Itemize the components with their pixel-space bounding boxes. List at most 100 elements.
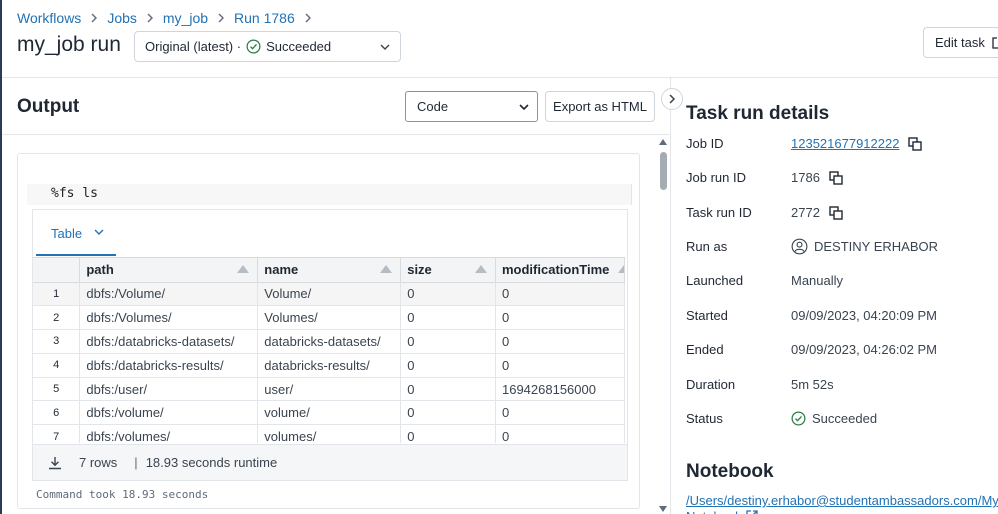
cell-path: dbfs:/user/ <box>79 377 259 402</box>
column-header-label: name <box>264 262 299 278</box>
column-header-label: size <box>407 262 432 278</box>
started-value: 09/09/2023, 04:20:09 PM <box>791 308 938 323</box>
cell-modification-time: 0 <box>495 400 625 426</box>
cell-modification-time: 0 <box>495 424 625 443</box>
notebook-path-link[interactable]: /Users/destiny.erhabor@studentambassador… <box>686 493 998 514</box>
cell-modification-time: 1694268156000 <box>495 377 625 402</box>
notebook-title: Notebook <box>686 461 774 482</box>
column-header-modification-time[interactable]: modificationTime <box>495 258 625 283</box>
cell-name: databricks-datasets/ <box>257 329 402 354</box>
cell-size: 0 <box>400 400 496 426</box>
table-row[interactable]: 7 dbfs:/volumes/volumes/0 0 <box>33 424 625 443</box>
copy-icon[interactable] <box>829 170 843 185</box>
view-mode-select[interactable]: Code <box>405 91 538 122</box>
column-header-size[interactable]: size <box>400 258 496 283</box>
cell-name: user/ <box>257 377 402 402</box>
page-title: my_job run <box>17 33 121 56</box>
breadcrumb-jobs[interactable]: Jobs <box>107 10 137 26</box>
task-run-id-text: 2772 <box>791 205 820 220</box>
run-as-value: DESTINY ERHABOR <box>791 238 938 255</box>
launched-value: Manually <box>791 273 844 288</box>
table-row[interactable]: 2 dbfs:/Volumes/Volumes/0 0 <box>33 305 625 331</box>
job-run-id-text: 1786 <box>791 170 820 185</box>
column-header-path[interactable]: path <box>79 258 259 283</box>
duration-value: 5m 52s <box>791 377 834 392</box>
status-value: Succeeded <box>791 411 877 426</box>
runtime-text: 18.93 seconds runtime <box>145 455 278 470</box>
chevron-down-icon <box>380 43 390 51</box>
sort-icon[interactable] <box>380 265 393 273</box>
external-link-icon <box>992 36 998 49</box>
table-row[interactable]: 6 dbfs:/volume/volume/0 0 <box>33 400 625 426</box>
scrollbar-thumb[interactable] <box>660 152 667 190</box>
footer-separator: | <box>134 455 138 470</box>
breadcrumb-my-job[interactable]: my_job <box>163 10 208 26</box>
cell-size: 0 <box>400 353 496 378</box>
started-label: Started <box>686 308 728 323</box>
check-circle-icon <box>246 39 261 54</box>
column-header-name[interactable]: name <box>257 258 402 283</box>
panel-splitter[interactable] <box>670 78 671 514</box>
command-took-text: Command took 18.93 seconds <box>36 488 209 501</box>
tab-table[interactable]: Table <box>36 223 116 256</box>
table-row[interactable]: 4 dbfs:/databricks-results/databricks-res… <box>33 353 625 378</box>
chevron-down-icon <box>519 103 529 111</box>
run-version-select[interactable]: Original (latest) · Succeeded <box>134 31 401 62</box>
ended-value: 09/09/2023, 04:26:02 PM <box>791 342 938 357</box>
row-index: 4 <box>33 353 81 378</box>
sort-icon[interactable] <box>237 265 250 273</box>
row-index: 7 <box>33 424 81 443</box>
tab-table-label: Table <box>51 226 83 241</box>
column-header-index <box>33 258 81 283</box>
copy-icon[interactable] <box>908 136 923 151</box>
external-link-icon <box>746 510 758 514</box>
edit-task-button[interactable]: Edit task <box>923 27 998 58</box>
table-row[interactable]: 1 dbfs:/Volume/Volume/0 0 <box>33 282 625 307</box>
collapse-panel-button[interactable] <box>661 88 683 110</box>
chevron-right-icon <box>668 94 676 104</box>
sort-icon[interactable] <box>474 265 487 273</box>
chevron-right-icon <box>146 13 154 23</box>
cell-size: 0 <box>400 305 496 331</box>
notebook-path-text: /Users/destiny.erhabor@studentambassador… <box>686 493 998 514</box>
status-label: Status <box>686 411 723 426</box>
breadcrumb-run[interactable]: Run 1786 <box>234 10 295 26</box>
cell-name: volumes/ <box>257 424 402 443</box>
job-run-id-value: 1786 <box>791 170 843 185</box>
cell-modification-time: 0 <box>495 329 625 354</box>
row-count: 7 rows <box>79 455 118 470</box>
job-id-link[interactable]: 123521677912222 <box>791 136 899 151</box>
column-header-label: modificationTime <box>501 262 610 278</box>
export-html-button[interactable]: Export as HTML <box>545 91 655 122</box>
cell-size: 0 <box>400 377 496 402</box>
row-index: 6 <box>33 400 81 426</box>
duration-label: Duration <box>686 377 736 392</box>
breadcrumb-workflows[interactable]: Workflows <box>17 10 81 26</box>
scroll-down-icon[interactable] <box>659 506 667 514</box>
run-status-label: Succeeded <box>266 39 332 54</box>
ended-label: Ended <box>686 342 724 357</box>
sort-icon[interactable] <box>618 265 624 273</box>
row-index: 2 <box>33 305 81 331</box>
table-row[interactable]: 5 dbfs:/user/user/0 1694268156000 <box>33 377 625 402</box>
table-row[interactable]: 3 dbfs:/databricks-datasets/databricks-da… <box>33 329 625 354</box>
launched-label: Launched <box>686 273 744 288</box>
cell-modification-time: 0 <box>495 353 625 378</box>
cell-path: dbfs:/Volume/ <box>79 282 259 307</box>
run-version-label: Original (latest) · <box>145 39 242 54</box>
download-icon[interactable] <box>48 456 62 470</box>
scroll-up-icon[interactable] <box>659 139 667 147</box>
task-run-details-title: Task run details <box>686 103 830 124</box>
cell-path: dbfs:/volume/ <box>79 400 259 426</box>
cell-modification-time: 0 <box>495 305 625 331</box>
task-run-id-label: Task run ID <box>686 205 752 220</box>
results-table: path name size modificationTime 1 dbfs:/V… <box>33 257 625 443</box>
cell-name: Volumes/ <box>257 305 402 331</box>
row-index: 5 <box>33 377 81 402</box>
command-cell: %fs ls <box>27 184 632 205</box>
table-footer: 7 rows | 18.93 seconds runtime <box>33 444 627 480</box>
copy-icon[interactable] <box>829 205 843 220</box>
row-index: 1 <box>33 282 81 307</box>
output-title: Output <box>17 96 80 117</box>
breadcrumb: Workflows Jobs my_job Run 1786 <box>17 10 321 26</box>
